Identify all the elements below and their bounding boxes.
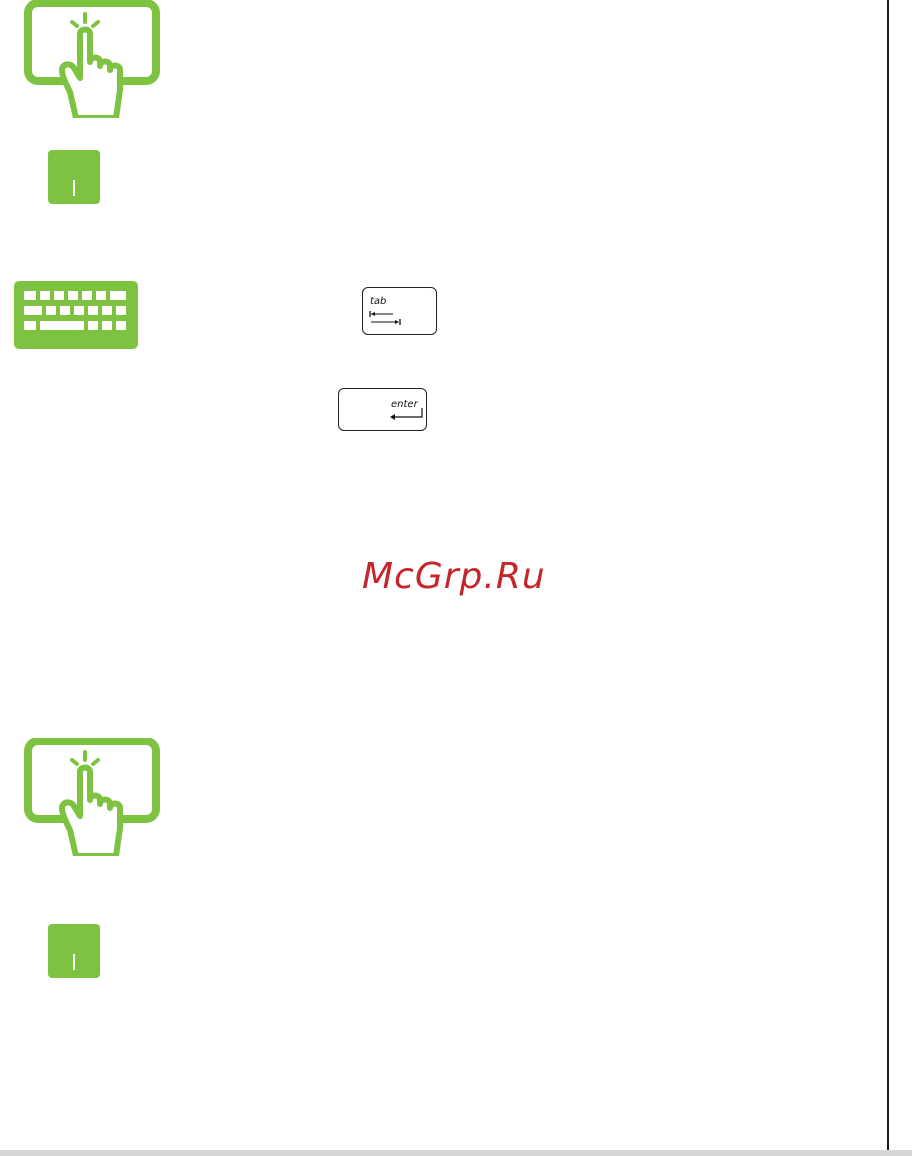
keyboard-icon: [14, 281, 138, 349]
page-footer-bar: [0, 1150, 912, 1156]
enter-arrow-icon: [390, 408, 423, 420]
touchpad-icon: [48, 924, 100, 978]
touchscreen-tap-icon: [20, 737, 162, 859]
watermark-text: McGrp.Ru: [362, 556, 546, 597]
tab-key: tab: [362, 287, 437, 335]
tab-arrows-icon: [369, 311, 401, 325]
touchscreen-tap-icon: [20, 0, 162, 121]
enter-key: enter: [338, 388, 427, 431]
touchpad-icon: [48, 150, 100, 204]
tab-key-label: tab: [370, 296, 387, 307]
page-edge-line: [887, 0, 889, 1150]
